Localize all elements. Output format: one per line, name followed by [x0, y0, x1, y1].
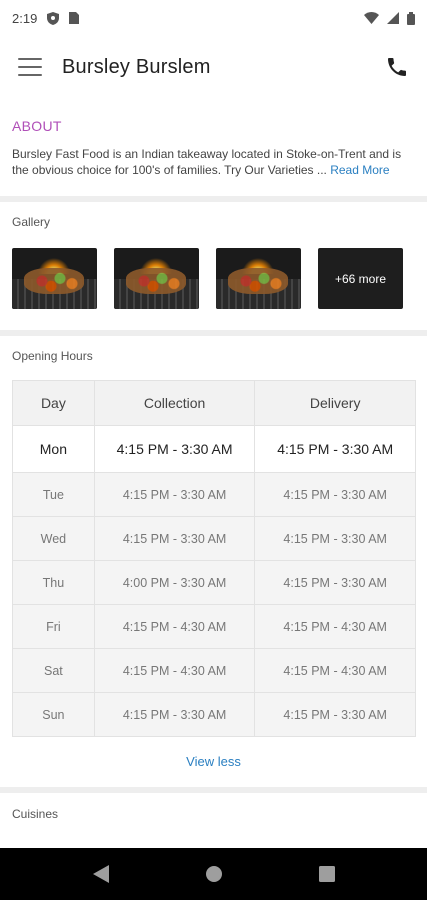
opening-hours-table: Day Collection Delivery Mon 4:15 PM - 3:…: [12, 380, 416, 737]
day-cell: Sat: [12, 648, 95, 693]
delivery-cell: 4:15 PM - 3:30 AM: [254, 692, 416, 737]
gallery-image[interactable]: [12, 248, 97, 309]
delivery-cell: 4:15 PM - 3:30 AM: [254, 425, 416, 473]
about-text: Bursley Fast Food is an Indian takeaway …: [12, 146, 415, 178]
status-bar: 2:19: [0, 0, 427, 36]
delivery-cell: 4:15 PM - 3:30 AM: [254, 516, 416, 561]
collection-cell: 4:15 PM - 3:30 AM: [93, 425, 256, 473]
collection-cell: 4:15 PM - 4:30 AM: [93, 604, 256, 649]
table-row: Sat 4:15 PM - 4:30 AM 4:15 PM - 4:30 AM: [12, 648, 416, 693]
signal-icon: [387, 12, 399, 24]
gallery-title: Gallery: [12, 215, 51, 229]
battery-icon: [407, 11, 415, 25]
table-row: Mon 4:15 PM - 3:30 AM 4:15 PM - 3:30 AM: [12, 425, 416, 473]
gallery-more-label: +66 more: [334, 271, 387, 286]
table-row: Thu 4:00 PM - 3:30 AM 4:15 PM - 3:30 AM: [12, 560, 416, 605]
about-heading: ABOUT: [12, 118, 62, 134]
shield-icon: [47, 11, 60, 25]
opening-hours-title: Opening Hours: [12, 349, 93, 363]
header-collection: Collection: [93, 380, 256, 426]
divider: [0, 196, 427, 202]
cuisines-title: Cuisines: [12, 807, 59, 821]
day-cell: Tue: [12, 472, 95, 517]
read-more-link[interactable]: Read More: [330, 163, 389, 177]
app-bar: Bursley Burslem: [0, 36, 427, 98]
gallery-more-button[interactable]: +66 more: [318, 248, 403, 309]
day-cell: Fri: [12, 604, 95, 649]
header-delivery: Delivery: [254, 380, 416, 426]
divider: [0, 330, 427, 336]
collection-cell: 4:15 PM - 4:30 AM: [93, 648, 256, 693]
menu-icon[interactable]: [18, 58, 42, 76]
table-header-row: Day Collection Delivery: [12, 380, 416, 426]
header-day: Day: [12, 380, 95, 426]
collection-cell: 4:00 PM - 3:30 AM: [93, 560, 256, 605]
day-cell: Wed: [12, 516, 95, 561]
divider: [0, 787, 427, 793]
back-icon[interactable]: [92, 865, 109, 883]
status-time: 2:19: [12, 10, 38, 26]
gallery-image[interactable]: [114, 248, 199, 309]
table-row: Wed 4:15 PM - 3:30 AM 4:15 PM - 3:30 AM: [12, 516, 416, 561]
day-cell: Mon: [12, 425, 95, 473]
delivery-cell: 4:15 PM - 3:30 AM: [254, 560, 416, 605]
about-section: ABOUT Bursley Fast Food is an Indian tak…: [0, 110, 427, 178]
phone-icon[interactable]: [385, 55, 409, 79]
delivery-cell: 4:15 PM - 3:30 AM: [254, 472, 416, 517]
page-title: Bursley Burslem: [62, 55, 211, 78]
gallery: +66 more: [12, 248, 403, 309]
recents-icon[interactable]: [318, 866, 335, 882]
day-cell: Thu: [12, 560, 95, 605]
delivery-cell: 4:15 PM - 4:30 AM: [254, 648, 416, 693]
collection-cell: 4:15 PM - 3:30 AM: [93, 472, 256, 517]
home-icon[interactable]: [205, 865, 223, 883]
collection-cell: 4:15 PM - 3:30 AM: [93, 516, 256, 561]
day-cell: Sun: [12, 692, 95, 737]
table-row: Fri 4:15 PM - 4:30 AM 4:15 PM - 4:30 AM: [12, 604, 416, 649]
table-row: Tue 4:15 PM - 3:30 AM 4:15 PM - 3:30 AM: [12, 472, 416, 517]
wifi-icon: [364, 12, 379, 24]
gallery-image[interactable]: [216, 248, 301, 309]
table-row: Sun 4:15 PM - 3:30 AM 4:15 PM - 3:30 AM: [12, 692, 416, 737]
view-less-link[interactable]: View less: [0, 754, 427, 769]
sim-card-icon: [69, 12, 80, 24]
collection-cell: 4:15 PM - 3:30 AM: [93, 692, 256, 737]
system-nav-bar: [0, 848, 427, 900]
delivery-cell: 4:15 PM - 4:30 AM: [254, 604, 416, 649]
